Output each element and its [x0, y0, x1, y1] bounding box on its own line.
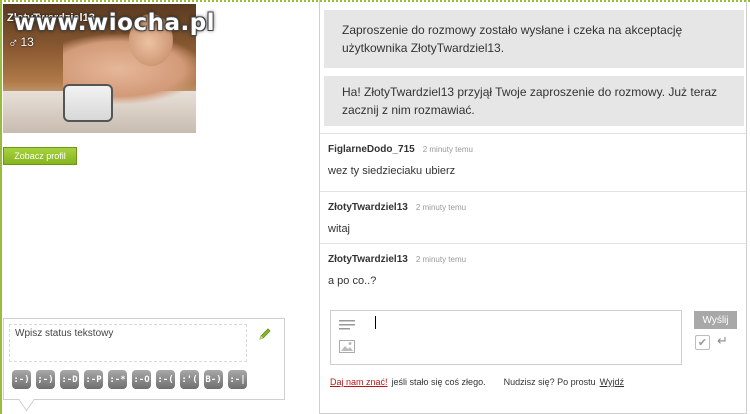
photo-garment	[63, 84, 113, 122]
emoticon-grin-icon[interactable]: :-D	[60, 370, 79, 389]
emoticon-bar: :-) ;-) :-D :-P :-* :-O :-( :'( B-) :-|	[12, 370, 247, 389]
report-link[interactable]: Daj nam znać!	[330, 377, 388, 387]
chat-message: ZłotyTwardziel13 2 minuty temu witaj	[320, 191, 746, 243]
chat-message: ZłotyTwardziel13 2 minuty temu a po co..…	[320, 243, 746, 299]
chat-message: FiglarneDodo_715 2 minuty temu wez ty si…	[320, 133, 746, 191]
left-accent-rule	[0, 0, 2, 414]
send-button[interactable]: Wyślij	[694, 311, 737, 329]
enter-to-send-checkbox[interactable]: ✔	[695, 335, 710, 350]
emoticon-neutral-icon[interactable]: :-|	[228, 370, 247, 389]
view-profile-button[interactable]: Zobacz profil	[3, 147, 77, 165]
message-author[interactable]: FiglarneDodo_715	[328, 144, 415, 155]
enter-key-icon: ↵	[717, 333, 728, 348]
status-box: Wpisz status tekstowy :-) ;-) :-D :-P :-…	[3, 318, 285, 400]
message-time: 2 minuty temu	[415, 203, 467, 212]
message-text: a po co..?	[328, 275, 377, 287]
image-icon[interactable]	[339, 340, 355, 353]
text-caret	[375, 316, 376, 329]
message-time: 2 minuty temu	[415, 255, 467, 264]
emoticon-surprised-icon[interactable]: :-O	[132, 370, 151, 389]
status-input[interactable]: Wpisz status tekstowy	[9, 324, 247, 362]
leave-chat-link[interactable]: Wyjdź	[600, 377, 624, 387]
emoticon-wink-icon[interactable]: ;-)	[36, 370, 55, 389]
male-gender-icon: ♂	[8, 34, 19, 50]
emoticon-tongue-icon[interactable]: :-P	[84, 370, 103, 389]
message-time: 2 minuty temu	[422, 145, 473, 154]
emoticon-smile-icon[interactable]: :-)	[12, 370, 31, 389]
emoticon-cool-icon[interactable]: B-)	[204, 370, 223, 389]
message-author[interactable]: ZłotyTwardziel13	[328, 254, 408, 265]
pencil-icon[interactable]	[258, 327, 272, 341]
profile-age-value: 13	[20, 35, 34, 49]
emoticon-cry-icon[interactable]: :'(	[180, 370, 199, 389]
system-message-invite: Zaproszenie do rozmowy zostało wysłane i…	[324, 10, 744, 68]
system-message-accepted: Ha! ZłotyTwardziel13 przyjął Twoje zapro…	[324, 76, 744, 126]
emoticon-kiss-icon[interactable]: :-*	[108, 370, 127, 389]
report-text: jeśli stało się coś złego.	[391, 377, 486, 387]
profile-age: ♂ 13	[8, 34, 34, 50]
message-author[interactable]: ZłotyTwardziel13	[328, 202, 408, 213]
message-text: wez ty siedzieciaku ubierz	[328, 165, 456, 177]
chat-footer: Daj nam znać! jeśli stało się coś złego.…	[330, 377, 624, 387]
site-watermark: www.wiocha.pl	[14, 10, 216, 36]
text-format-icon[interactable]	[339, 319, 355, 331]
message-input[interactable]	[330, 310, 682, 365]
message-text: witaj	[328, 223, 351, 235]
bored-text: Nudzisz się? Po prostu	[503, 377, 596, 387]
emoticon-sad-icon[interactable]: :-(	[156, 370, 175, 389]
